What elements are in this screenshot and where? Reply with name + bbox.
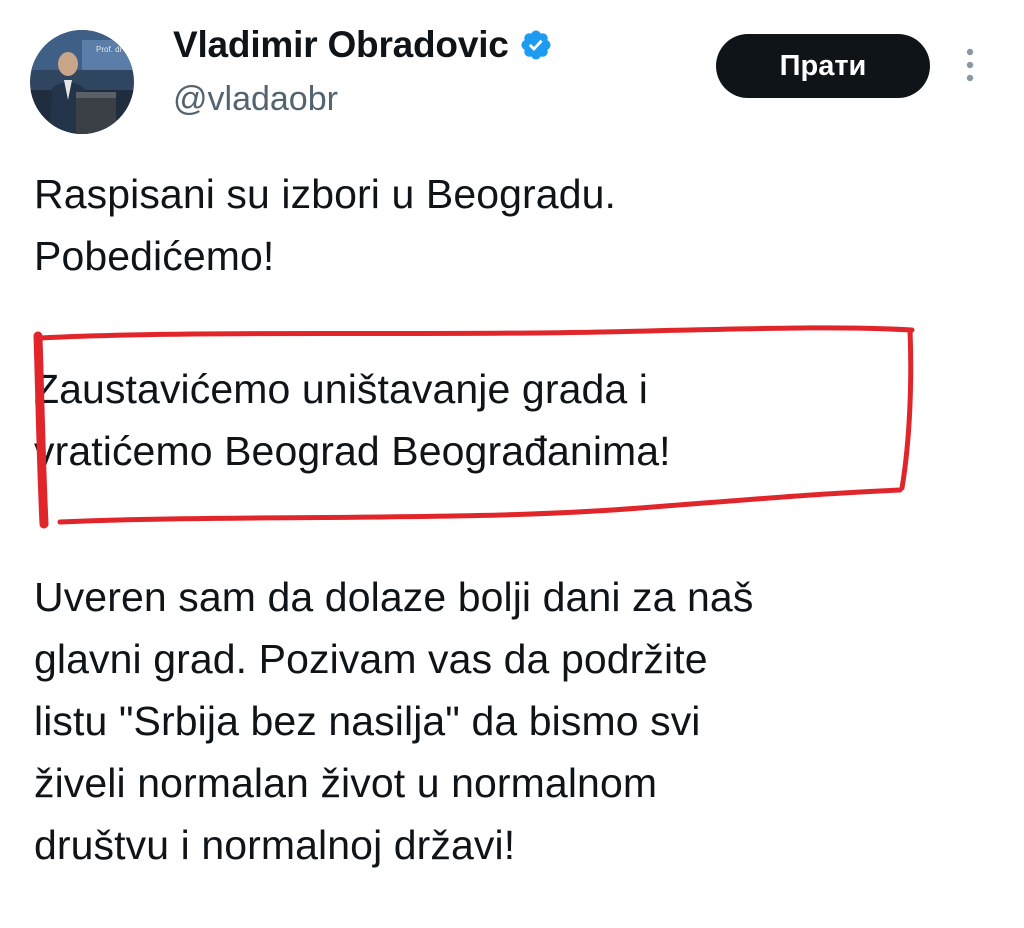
verified-badge-icon: [519, 28, 553, 62]
tweet-paragraph-1: Raspisani su izbori u Beogradu. Pobediće…: [34, 163, 616, 287]
vertical-ellipsis-icon[interactable]: [960, 44, 980, 88]
tweet-line: živeli normalan život u normalnom: [34, 760, 658, 806]
tweet-line: glavni grad. Pozivam vas da podržite: [34, 636, 708, 682]
tweet-paragraph-3: Uveren sam da dolaze bolji dani za naš g…: [34, 566, 753, 876]
display-name-text: Vladimir Obradovic: [173, 24, 509, 65]
tweet-paragraph-2: Zaustavićemo uništavanje grada i vratiće…: [34, 358, 671, 482]
avatar-banner-text: Prof. dr Vlad...: [96, 45, 134, 54]
avatar-image: Prof. dr Vlad...: [30, 30, 134, 134]
tweet-line: Zaustavićemo uništavanje grada i: [34, 366, 648, 412]
tweet-line: društvu i normalnoj državi!: [34, 822, 516, 868]
tweet-line: Uveren sam da dolaze bolji dani za naš: [34, 574, 754, 620]
tweet-line: Raspisani su izbori u Beogradu.: [34, 171, 616, 217]
tweet-line: Pobedićemo!: [34, 233, 275, 279]
tweet-line: vratićemo Beograd Beograđanima!: [34, 428, 671, 474]
tweet-line: listu "Srbija bez nasilja" da bismo svi: [34, 698, 701, 744]
display-name[interactable]: Vladimir Obradovic: [173, 24, 553, 66]
avatar[interactable]: Prof. dr Vlad...: [30, 30, 134, 134]
user-handle[interactable]: @vladaobr: [173, 80, 338, 119]
follow-button[interactable]: Прати: [716, 34, 930, 98]
